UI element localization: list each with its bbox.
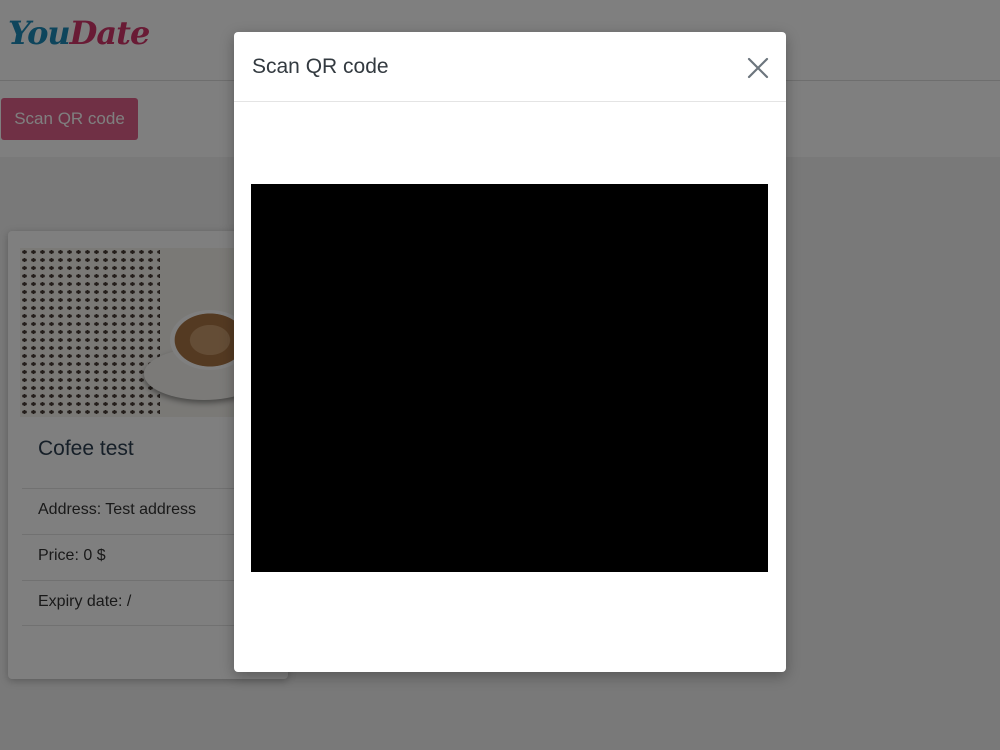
qr-camera-view <box>251 184 768 572</box>
modal-header: Scan QR code <box>234 32 786 102</box>
modal-title: Scan QR code <box>252 55 389 78</box>
close-button[interactable] <box>744 54 772 82</box>
close-icon <box>747 57 769 79</box>
scan-qr-modal: Scan QR code <box>234 32 786 672</box>
